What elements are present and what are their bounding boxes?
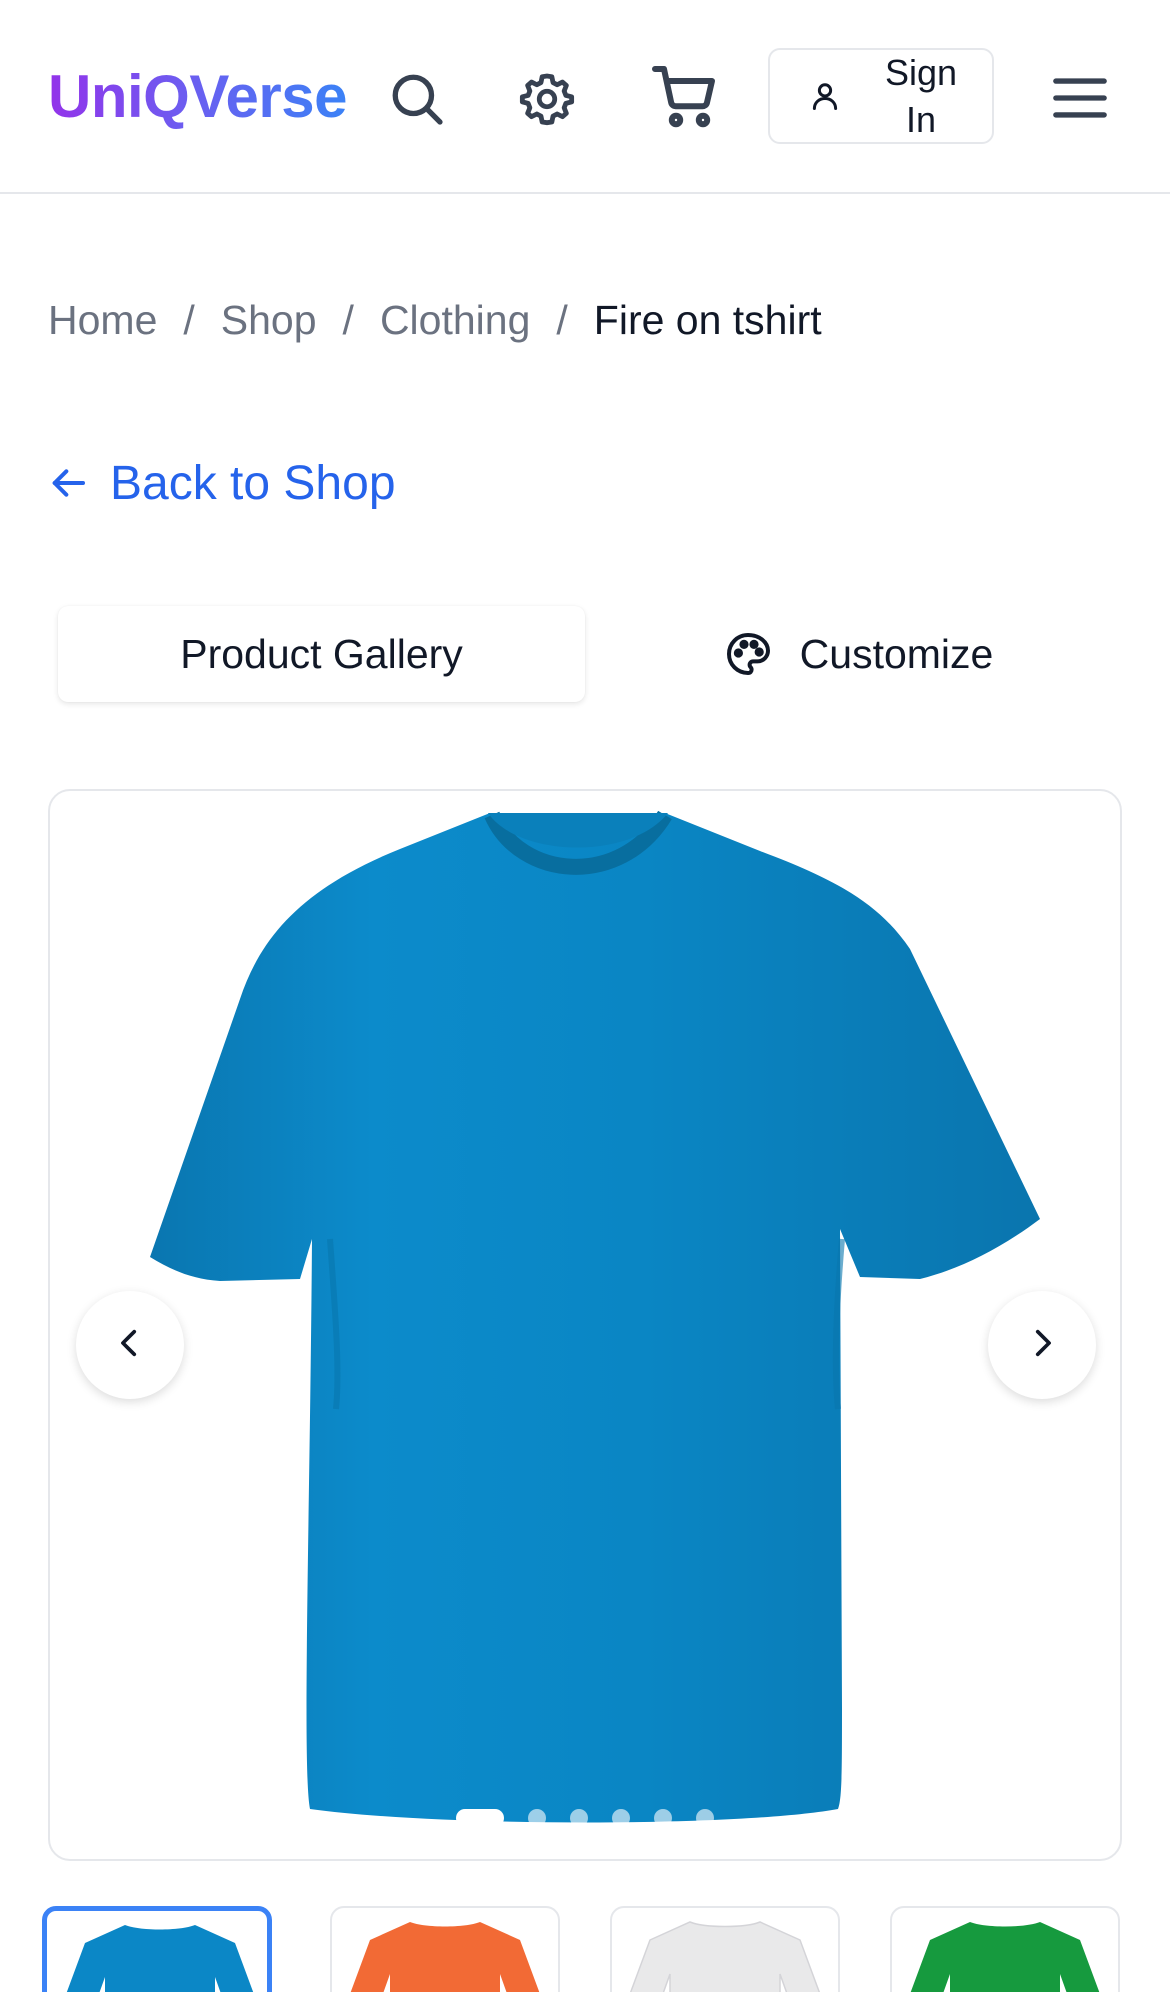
carousel-dot[interactable] — [654, 1809, 672, 1827]
thumbnail-white[interactable] — [610, 1906, 840, 1992]
carousel-dot[interactable] — [456, 1809, 504, 1827]
carousel-dot[interactable] — [612, 1809, 630, 1827]
tab-customize[interactable]: Customize — [595, 600, 1122, 708]
thumbnail-green[interactable] — [890, 1906, 1120, 1992]
user-icon — [810, 79, 844, 113]
thumbnail-orange[interactable] — [330, 1906, 560, 1992]
chevron-left-icon — [113, 1326, 147, 1365]
breadcrumb-shop[interactable]: Shop — [221, 297, 317, 344]
carousel-prev-button[interactable] — [76, 1291, 184, 1399]
thumbnail-image — [350, 1922, 540, 1992]
carousel-dot[interactable] — [528, 1809, 546, 1827]
gear-icon — [518, 70, 576, 128]
back-to-shop-link[interactable]: Back to Shop — [48, 455, 396, 511]
breadcrumb-separator: / — [183, 296, 195, 343]
product-image-tshirt — [150, 810, 1040, 1823]
cart-icon — [649, 60, 721, 132]
tab-label: Customize — [799, 630, 994, 677]
thumbnail-image — [630, 1921, 820, 1992]
thumbnail-image — [66, 1925, 254, 1992]
cart-button[interactable] — [645, 56, 725, 136]
thumbnail-strip — [42, 1906, 1132, 1992]
carousel-dot[interactable] — [696, 1809, 714, 1827]
chevron-right-icon — [1025, 1326, 1059, 1365]
tab-product-gallery[interactable]: Product Gallery — [58, 606, 585, 702]
breadcrumb-separator: / — [556, 296, 568, 343]
product-tabs: Product Gallery Customize — [48, 600, 1122, 708]
settings-button[interactable] — [510, 62, 584, 136]
thumbnail-blue[interactable] — [42, 1906, 272, 1992]
search-button[interactable] — [380, 62, 454, 136]
arrow-left-icon — [48, 461, 92, 505]
site-header: UniQVerse Sign In — [0, 0, 1170, 194]
sign-in-label: Sign In — [884, 52, 958, 140]
breadcrumb: Home / Shop / Clothing / Fire on tshirt — [48, 295, 822, 345]
product-image-carousel — [48, 789, 1122, 1861]
carousel-dot[interactable] — [570, 1809, 588, 1827]
menu-icon — [1051, 73, 1109, 123]
carousel-next-button[interactable] — [988, 1291, 1096, 1399]
palette-icon — [724, 629, 774, 679]
sign-in-button[interactable]: Sign In — [768, 48, 994, 144]
carousel-indicators — [456, 1809, 738, 1827]
brand-logo[interactable]: UniQVerse — [48, 62, 348, 132]
breadcrumb-clothing[interactable]: Clothing — [380, 297, 530, 344]
breadcrumb-home[interactable]: Home — [48, 297, 157, 344]
breadcrumb-current: Fire on tshirt — [593, 296, 822, 343]
menu-button[interactable] — [1042, 60, 1118, 136]
back-to-shop-label: Back to Shop — [110, 456, 396, 510]
thumbnail-image — [910, 1922, 1100, 1992]
tab-label: Product Gallery — [180, 630, 463, 677]
search-icon — [388, 70, 446, 128]
breadcrumb-separator: / — [342, 296, 354, 343]
